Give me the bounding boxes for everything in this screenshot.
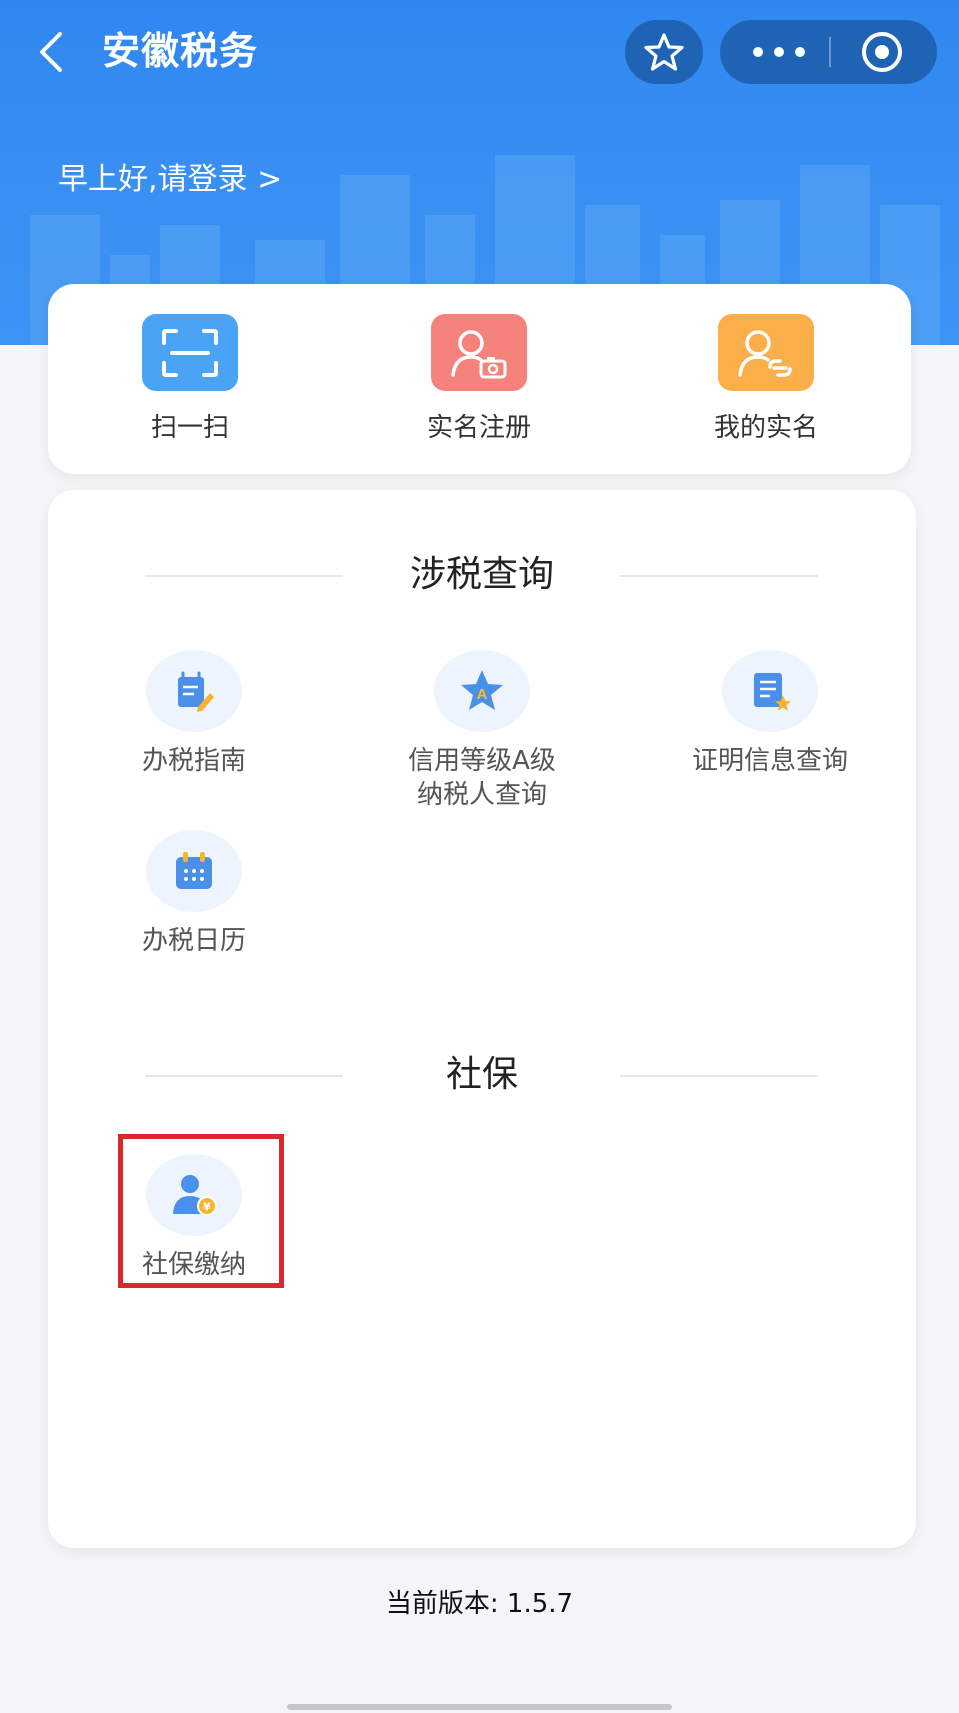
login-greeting-link[interactable]: 早上好,请登录 > (58, 160, 282, 200)
user-link-icon (718, 314, 814, 391)
my-real-name-action[interactable]: 我的实名 (666, 314, 866, 444)
section-header-social-security: 社保 (48, 1045, 916, 1105)
document-star-icon (722, 650, 818, 732)
service-label-line-1: 信用等级A级 (408, 746, 556, 776)
miniprogram-capsule (720, 20, 937, 84)
close-target-icon[interactable] (860, 30, 904, 74)
highlight-box (118, 1134, 284, 1288)
my-real-name-label: 我的实名 (713, 413, 818, 443)
star-outline-icon (644, 33, 684, 71)
capsule-divider (829, 37, 831, 67)
page-title: 安徽税务 (102, 29, 259, 73)
quick-actions-card: 扫一扫 实名注册 我的实名 (48, 284, 911, 474)
section-header-tax-query: 涉税查询 (48, 545, 916, 605)
user-camera-icon (431, 314, 527, 391)
svg-text:A: A (477, 686, 488, 703)
service-tax-calendar[interactable]: 办税日历 (64, 830, 324, 958)
service-certificate-query[interactable]: 证明信息查询 (640, 650, 900, 778)
home-indicator[interactable] (287, 1704, 672, 1710)
service-label: 办税日历 (141, 926, 246, 956)
service-label: 办税指南 (141, 746, 246, 776)
favorite-button[interactable] (625, 20, 703, 84)
real-name-register-label: 实名注册 (426, 413, 531, 443)
calendar-icon (146, 830, 242, 912)
divider-line (620, 575, 818, 577)
service-credit-a-query[interactable]: A 信用等级A级 纳税人查询 (352, 650, 612, 812)
divider-line (620, 1075, 818, 1077)
scan-action[interactable]: 扫一扫 (90, 314, 290, 444)
scan-label: 扫一扫 (150, 413, 229, 443)
back-chevron-icon[interactable] (30, 28, 74, 76)
more-dots-icon[interactable] (750, 37, 808, 67)
service-label: 信用等级A级 纳税人查询 (408, 744, 556, 812)
service-label: 证明信息查询 (691, 746, 848, 776)
star-a-icon: A (434, 650, 530, 732)
guide-edit-icon (146, 650, 242, 732)
service-tax-guide[interactable]: 办税指南 (64, 650, 324, 778)
scan-icon (142, 314, 238, 391)
version-text: 当前版本: 1.5.7 (385, 1589, 574, 1619)
real-name-register-action[interactable]: 实名注册 (379, 314, 579, 444)
services-card: 涉税查询 办税指南 A 信用等级A级 纳税人查询 证明信息查询 办税日历 社保 … (48, 490, 916, 1548)
service-label-line-2: 纳税人查询 (416, 780, 547, 810)
